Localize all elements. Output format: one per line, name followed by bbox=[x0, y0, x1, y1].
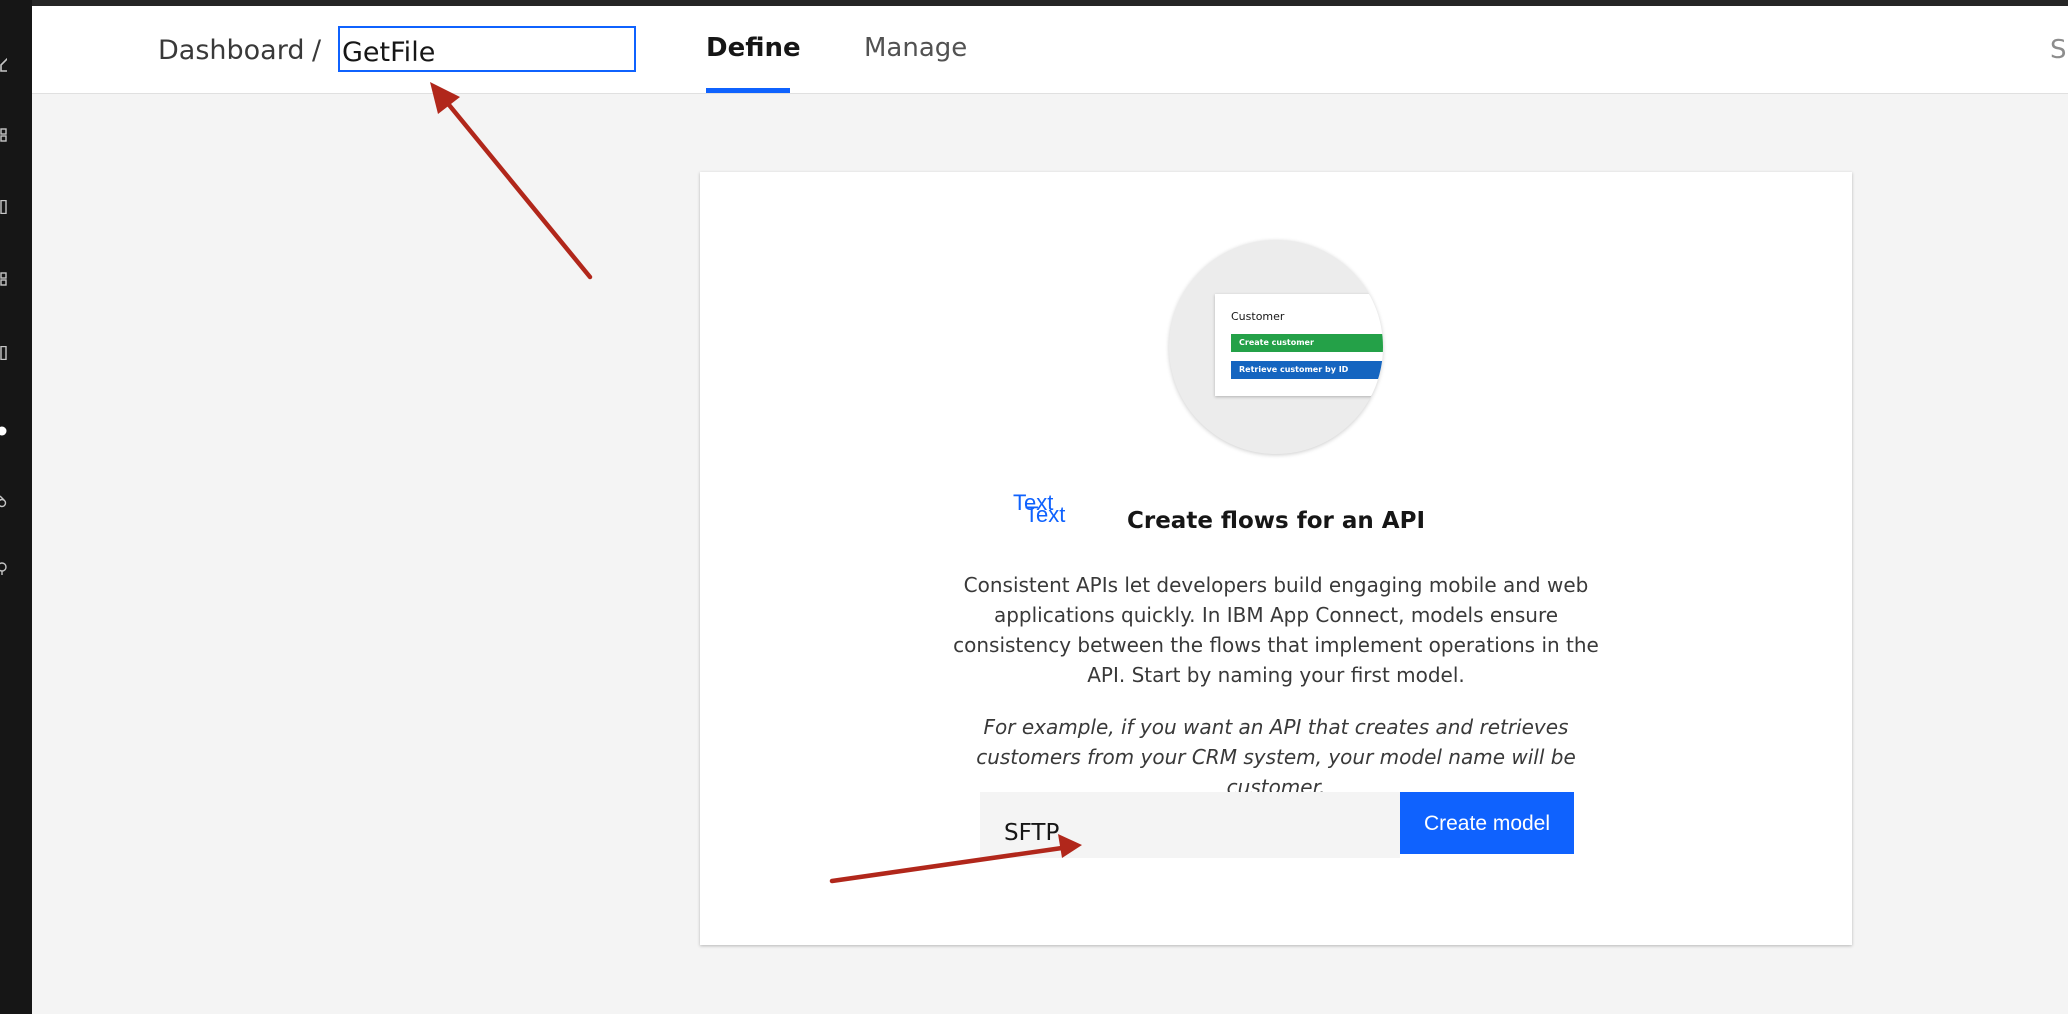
illustration-title: Customer bbox=[1231, 310, 1285, 323]
breadcrumb-separator: / bbox=[312, 35, 322, 66]
api-illustration: Customer Create customer Retrieve custom… bbox=[1169, 240, 1383, 454]
grid-icon[interactable] bbox=[0, 128, 7, 142]
file-icon[interactable] bbox=[0, 346, 7, 360]
flow-name-input[interactable] bbox=[338, 26, 636, 72]
annotation-arrow-icon bbox=[430, 82, 593, 280]
create-model-card: Customer Create customer Retrieve custom… bbox=[700, 172, 1852, 945]
flow-icon[interactable] bbox=[0, 494, 7, 508]
create-model-button[interactable]: Create model bbox=[1400, 792, 1574, 854]
dot-icon[interactable] bbox=[0, 424, 7, 438]
tab-manage[interactable]: Manage bbox=[864, 33, 967, 63]
model-name-input[interactable] bbox=[980, 792, 1400, 858]
home-icon[interactable] bbox=[0, 58, 7, 72]
page-header: Dashboard / Define Manage S bbox=[32, 6, 2068, 94]
illustration-retrieve-customer: Retrieve customer by ID bbox=[1231, 361, 1383, 379]
apps-icon[interactable] bbox=[0, 272, 7, 286]
document-icon[interactable] bbox=[0, 200, 7, 214]
breadcrumb-dashboard-link[interactable]: Dashboard bbox=[158, 35, 304, 66]
card-example: For example, if you want an API that cre… bbox=[976, 715, 1576, 799]
illustration-create-customer: Create customer bbox=[1231, 334, 1383, 352]
left-sidebar bbox=[0, 0, 32, 1014]
illustration-customer-card: Customer Create customer Retrieve custom… bbox=[1215, 294, 1383, 396]
active-tab-indicator bbox=[706, 88, 790, 93]
card-description: Consistent APIs let developers build eng… bbox=[953, 573, 1599, 687]
header-right-label[interactable]: S bbox=[2050, 35, 2067, 65]
help-icon[interactable] bbox=[0, 562, 7, 576]
tab-define[interactable]: Define bbox=[706, 33, 801, 63]
card-title: Create flows for an API bbox=[1126, 508, 1425, 534]
